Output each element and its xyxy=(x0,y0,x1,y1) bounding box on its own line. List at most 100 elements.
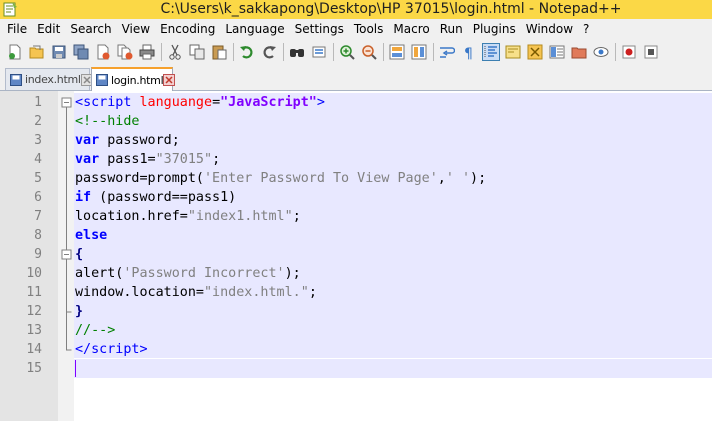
code-line[interactable]: 14 </script> xyxy=(0,340,712,359)
tab-label: login.html xyxy=(111,73,164,87)
code-text: else xyxy=(75,228,108,243)
sync-vertical-icon[interactable] xyxy=(388,43,406,61)
code-line[interactable]: 2 <!--hide xyxy=(0,112,712,131)
code-text: <script languange="JavaScript"> xyxy=(75,95,325,110)
stop-record-icon[interactable] xyxy=(642,43,660,61)
line-number: 4 xyxy=(34,152,42,167)
replace-icon[interactable] xyxy=(310,43,328,61)
menu-tools[interactable]: Tools xyxy=(349,19,389,39)
toolbar-separator xyxy=(383,43,384,61)
sync-horizontal-icon[interactable] xyxy=(410,43,428,61)
cut-icon[interactable] xyxy=(166,43,184,61)
menu-edit[interactable]: Edit xyxy=(32,19,65,39)
close-icon[interactable] xyxy=(94,43,112,61)
save-all-icon[interactable] xyxy=(72,43,90,61)
line-number: 3 xyxy=(34,133,42,148)
toolbar-separator xyxy=(615,43,616,61)
code-line[interactable]: 11 window.location="index.html."; xyxy=(0,283,712,302)
word-wrap-icon[interactable] xyxy=(438,43,456,61)
paste-icon[interactable] xyxy=(210,43,228,61)
copy-icon[interactable] xyxy=(188,43,206,61)
tab-index-html[interactable]: index.html xyxy=(5,68,93,90)
code-line[interactable]: 5 password=prompt('Enter Password To Vie… xyxy=(0,169,712,188)
code-line[interactable]: 7 location.href="index1.html"; xyxy=(0,207,712,226)
line-number: 5 xyxy=(34,171,42,186)
line-number: 13 xyxy=(26,323,42,338)
menu-window[interactable]: Window xyxy=(521,19,578,39)
function-list-icon[interactable] xyxy=(548,43,566,61)
doc-map-icon[interactable] xyxy=(526,43,544,61)
code-line[interactable]: 6 if (password==pass1) xyxy=(0,188,712,207)
new-file-icon[interactable] xyxy=(6,43,24,61)
zoom-in-icon[interactable] xyxy=(338,43,356,61)
tab-login-html[interactable]: login.html xyxy=(91,67,176,91)
menu-language[interactable]: Language xyxy=(220,19,289,39)
monitoring-icon[interactable] xyxy=(592,43,610,61)
close-tab-icon[interactable] xyxy=(163,74,176,86)
code-text: location.href="index1.html"; xyxy=(75,209,301,224)
fold-line-icon xyxy=(66,207,67,226)
toolbar-separator xyxy=(333,43,334,61)
tab-label: index.html xyxy=(25,73,81,86)
fold-line-icon xyxy=(66,283,67,302)
menu-encoding[interactable]: Encoding xyxy=(155,19,220,39)
undo-icon[interactable] xyxy=(238,43,256,61)
code-line[interactable]: 15 xyxy=(0,359,712,378)
fold-line-icon xyxy=(66,188,67,207)
code-line[interactable]: 12 } xyxy=(0,302,712,321)
indent-guide-icon[interactable] xyxy=(482,43,500,61)
code-text: { xyxy=(75,247,84,262)
code-line[interactable]: 3 var password; xyxy=(0,131,712,150)
code-text: <!--hide xyxy=(75,114,140,129)
line-number: 14 xyxy=(26,342,42,357)
fold-open-icon[interactable] xyxy=(61,93,72,112)
menu-settings[interactable]: Settings xyxy=(290,19,349,39)
code-line[interactable]: 1 <script languange="JavaScript"> xyxy=(0,93,712,112)
code-line[interactable]: 10 alert('Password Incorrect'); xyxy=(0,264,712,283)
code-text: if (password==pass1) xyxy=(75,190,237,205)
toolbar-separator xyxy=(233,43,234,61)
menu-plugins[interactable]: Plugins xyxy=(468,19,521,39)
line-number: 6 xyxy=(34,190,42,205)
menu-view[interactable]: View xyxy=(117,19,155,39)
svg-text:¶: ¶ xyxy=(464,46,473,60)
line-number: 15 xyxy=(26,361,42,376)
user-language-icon[interactable] xyxy=(504,43,522,61)
fold-line-icon xyxy=(66,131,67,150)
title-bar[interactable]: C:\Users\k_sakkapong\Desktop\HP 37015\lo… xyxy=(0,0,712,19)
window-title: C:\Users\k_sakkapong\Desktop\HP 37015\lo… xyxy=(160,1,622,17)
line-number: 8 xyxy=(34,228,42,243)
line-number: 1 xyxy=(34,95,42,110)
code-editor[interactable]: 1 <script languange="JavaScript"> 2 <!--… xyxy=(0,91,712,421)
find-icon[interactable] xyxy=(288,43,306,61)
line-number: 10 xyxy=(26,266,42,281)
menu-search[interactable]: Search xyxy=(65,19,116,39)
fold-line-icon xyxy=(66,226,67,245)
saved-file-icon xyxy=(10,73,22,86)
menu-run[interactable]: Run xyxy=(435,19,468,39)
show-all-characters-icon[interactable]: ¶ xyxy=(460,43,478,61)
fold-line-icon xyxy=(66,112,67,131)
zoom-out-icon[interactable] xyxy=(360,43,378,61)
code-line[interactable]: 4 var pass1="37015"; xyxy=(0,150,712,169)
line-number: 7 xyxy=(34,209,42,224)
folder-workspace-icon[interactable] xyxy=(570,43,588,61)
menu-macro[interactable]: Macro xyxy=(388,19,434,39)
print-icon[interactable] xyxy=(138,43,156,61)
close-all-icon[interactable] xyxy=(116,43,134,61)
code-line[interactable]: 9 { xyxy=(0,245,712,264)
menu-help[interactable]: ? xyxy=(578,19,594,39)
fold-line-icon xyxy=(66,169,67,188)
save-icon[interactable] xyxy=(50,43,68,61)
menu-file[interactable]: File xyxy=(0,19,32,39)
toolbar-separator xyxy=(433,43,434,61)
code-line[interactable]: 13 //--> xyxy=(0,321,712,340)
open-file-icon[interactable] xyxy=(28,43,46,61)
redo-icon[interactable] xyxy=(260,43,278,61)
code-text: window.location="index.html."; xyxy=(75,285,317,300)
fold-open-icon[interactable] xyxy=(61,245,72,264)
record-macro-icon[interactable] xyxy=(620,43,638,61)
code-line[interactable]: 8 else xyxy=(0,226,712,245)
code-text: var pass1="37015"; xyxy=(75,152,221,167)
line-number: 2 xyxy=(34,114,42,129)
